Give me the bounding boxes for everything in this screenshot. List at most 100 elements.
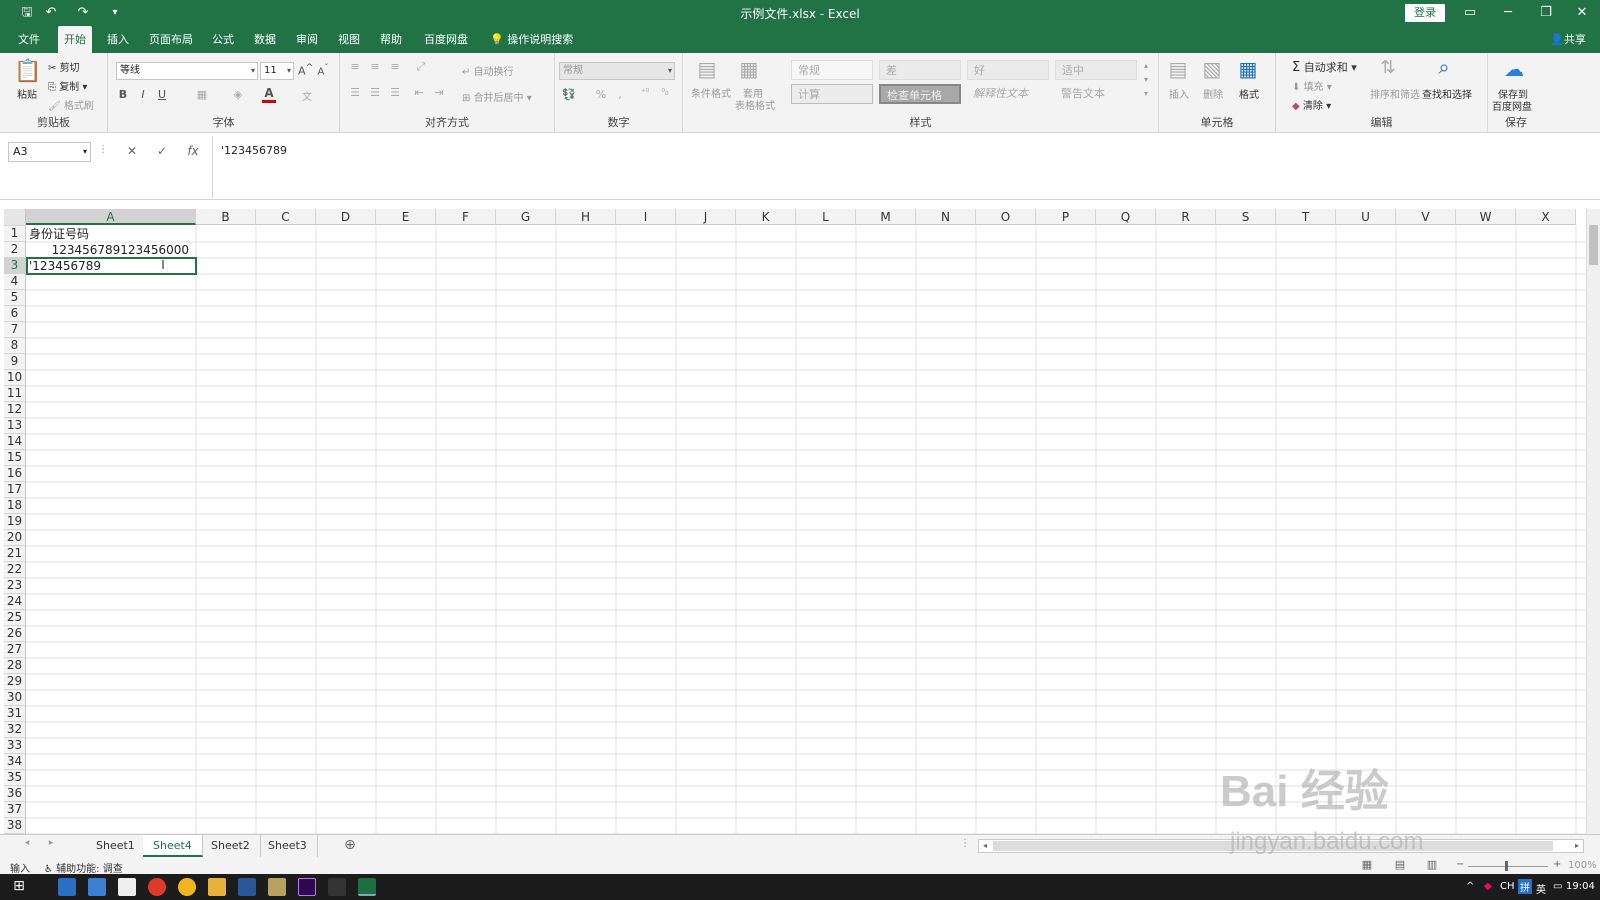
- column-header-o[interactable]: O: [976, 209, 1036, 225]
- number-format-combo[interactable]: 常规 ▾: [559, 62, 675, 80]
- row-header-27[interactable]: 27: [4, 642, 26, 658]
- increase-font-icon[interactable]: A^: [298, 62, 313, 78]
- column-header-k[interactable]: K: [736, 209, 796, 225]
- normal-view-icon[interactable]: ▦: [1360, 858, 1374, 871]
- style-normal[interactable]: 常规: [791, 60, 873, 80]
- row-header-11[interactable]: 11: [4, 386, 26, 402]
- zoom-slider[interactable]: [1468, 866, 1548, 867]
- row-header-35[interactable]: 35: [4, 770, 26, 786]
- tab-help[interactable]: 帮助: [374, 26, 408, 53]
- save-to-baidu-button[interactable]: 百度网盘: [1492, 98, 1532, 113]
- column-header-p[interactable]: P: [1036, 209, 1096, 225]
- row-header-7[interactable]: 7: [4, 322, 26, 338]
- row-header-23[interactable]: 23: [4, 578, 26, 594]
- delete-cells-icon[interactable]: ▧: [1199, 57, 1225, 81]
- row-header-12[interactable]: 12: [4, 402, 26, 418]
- row-header-21[interactable]: 21: [4, 546, 26, 562]
- format-as-table-label-2[interactable]: 表格格式: [735, 97, 775, 112]
- sheet-tab-sheet4[interactable]: Sheet4: [143, 835, 203, 857]
- align-right-icon[interactable]: ☰: [388, 86, 402, 99]
- row-header-9[interactable]: 9: [4, 354, 26, 370]
- bold-button[interactable]: B: [116, 88, 130, 101]
- windows-start-icon[interactable]: ⊞: [10, 878, 28, 894]
- autosum-button[interactable]: Σ 自动求和 ▾: [1292, 59, 1357, 75]
- tab-split-grip-icon[interactable]: ⋮: [960, 838, 970, 849]
- taskbar-excel-icon[interactable]: [358, 878, 376, 896]
- decrease-indent-icon[interactable]: ⇤: [412, 86, 426, 99]
- cell-a2[interactable]: 123456789123456000: [26, 242, 189, 258]
- row-header-3[interactable]: 3: [4, 258, 26, 274]
- column-header-s[interactable]: S: [1216, 209, 1276, 225]
- new-sheet-icon[interactable]: ⊕: [342, 837, 358, 853]
- cell-a1[interactable]: 身份证号码: [29, 226, 89, 242]
- row-header-22[interactable]: 22: [4, 562, 26, 578]
- row-header-17[interactable]: 17: [4, 482, 26, 498]
- column-header-c[interactable]: C: [256, 209, 316, 225]
- insert-cells-button[interactable]: 插入: [1169, 86, 1189, 101]
- style-bad[interactable]: 差: [879, 60, 961, 80]
- taskbar-premiere-icon[interactable]: [298, 878, 316, 896]
- paste-icon[interactable]: 📋: [14, 59, 42, 84]
- comma-button[interactable]: ,: [615, 88, 625, 101]
- column-header-g[interactable]: G: [496, 209, 556, 225]
- row-header-32[interactable]: 32: [4, 722, 26, 738]
- font-color-button[interactable]: A: [262, 86, 276, 103]
- insert-function-icon[interactable]: fx: [184, 144, 202, 158]
- row-header-25[interactable]: 25: [4, 610, 26, 626]
- taskbar-browser-icon[interactable]: [148, 878, 166, 896]
- column-header-b[interactable]: B: [196, 209, 256, 225]
- column-header-h[interactable]: H: [556, 209, 616, 225]
- row-header-10[interactable]: 10: [4, 370, 26, 386]
- sort-filter-button[interactable]: 排序和筛选: [1370, 86, 1420, 101]
- taskbar-word-icon[interactable]: [238, 878, 256, 896]
- column-header-f[interactable]: F: [436, 209, 496, 225]
- tray-ime-mode[interactable]: 英: [1536, 881, 1546, 896]
- tray-app-icon[interactable]: ◆: [1484, 881, 1492, 892]
- paste-button[interactable]: 粘贴: [17, 86, 37, 101]
- column-header-i[interactable]: I: [616, 209, 676, 225]
- row-header-13[interactable]: 13: [4, 418, 26, 434]
- fill-color-icon[interactable]: ◈: [230, 88, 246, 101]
- taskbar-files-icon[interactable]: [118, 878, 136, 896]
- taskbar-chrome-icon[interactable]: [178, 878, 196, 896]
- ribbon-display-options-icon[interactable]: ▭: [1452, 0, 1488, 26]
- tray-keyboard-lang[interactable]: CH: [1500, 881, 1515, 892]
- taskbar-editor-icon[interactable]: [328, 878, 346, 896]
- row-header-20[interactable]: 20: [4, 530, 26, 546]
- column-header-v[interactable]: V: [1396, 209, 1456, 225]
- conditional-format-icon[interactable]: ▤: [693, 57, 721, 81]
- row-header-1[interactable]: 1: [4, 226, 26, 242]
- row-header-4[interactable]: 4: [4, 274, 26, 290]
- style-neutral[interactable]: 适中: [1055, 60, 1137, 80]
- row-header-16[interactable]: 16: [4, 466, 26, 482]
- tab-file[interactable]: 文件: [12, 26, 46, 53]
- close-icon[interactable]: ✕: [1564, 0, 1600, 26]
- percent-button[interactable]: %: [595, 88, 607, 101]
- login-button[interactable]: 登录: [1405, 4, 1445, 22]
- minimize-icon[interactable]: ─: [1490, 0, 1526, 26]
- font-name-combo[interactable]: 等线 ▾: [116, 62, 258, 80]
- select-all-corner[interactable]: [4, 209, 26, 226]
- row-header-38[interactable]: 38: [4, 818, 26, 834]
- column-header-r[interactable]: R: [1156, 209, 1216, 225]
- increase-decimal-icon[interactable]: ⁺⁰: [637, 88, 653, 98]
- find-select-button[interactable]: 查找和选择: [1422, 86, 1472, 101]
- zoom-in-icon[interactable]: +: [1553, 859, 1561, 870]
- cancel-entry-icon[interactable]: ✕: [124, 144, 140, 158]
- merge-center-button[interactable]: ⊞ 合并后居中 ▾: [462, 89, 532, 104]
- row-header-31[interactable]: 31: [4, 706, 26, 722]
- tab-review[interactable]: 审阅: [290, 26, 324, 53]
- orientation-icon[interactable]: ⤢: [414, 60, 428, 74]
- column-header-t[interactable]: T: [1276, 209, 1336, 225]
- insert-cells-icon[interactable]: ▤: [1165, 57, 1191, 81]
- row-header-34[interactable]: 34: [4, 754, 26, 770]
- tell-me-search[interactable]: 💡 操作说明搜索: [484, 26, 579, 53]
- wrap-text-button[interactable]: ↵ 自动换行: [462, 63, 514, 78]
- tab-page-layout[interactable]: 页面布局: [143, 26, 199, 53]
- column-header-w[interactable]: W: [1456, 209, 1516, 225]
- row-header-18[interactable]: 18: [4, 498, 26, 514]
- taskbar-app-icon[interactable]: [88, 878, 106, 896]
- sheet-tab-sheet3[interactable]: Sheet3: [258, 835, 318, 857]
- vertical-scrollbar[interactable]: [1586, 209, 1600, 834]
- align-top-icon[interactable]: ≡: [348, 60, 362, 73]
